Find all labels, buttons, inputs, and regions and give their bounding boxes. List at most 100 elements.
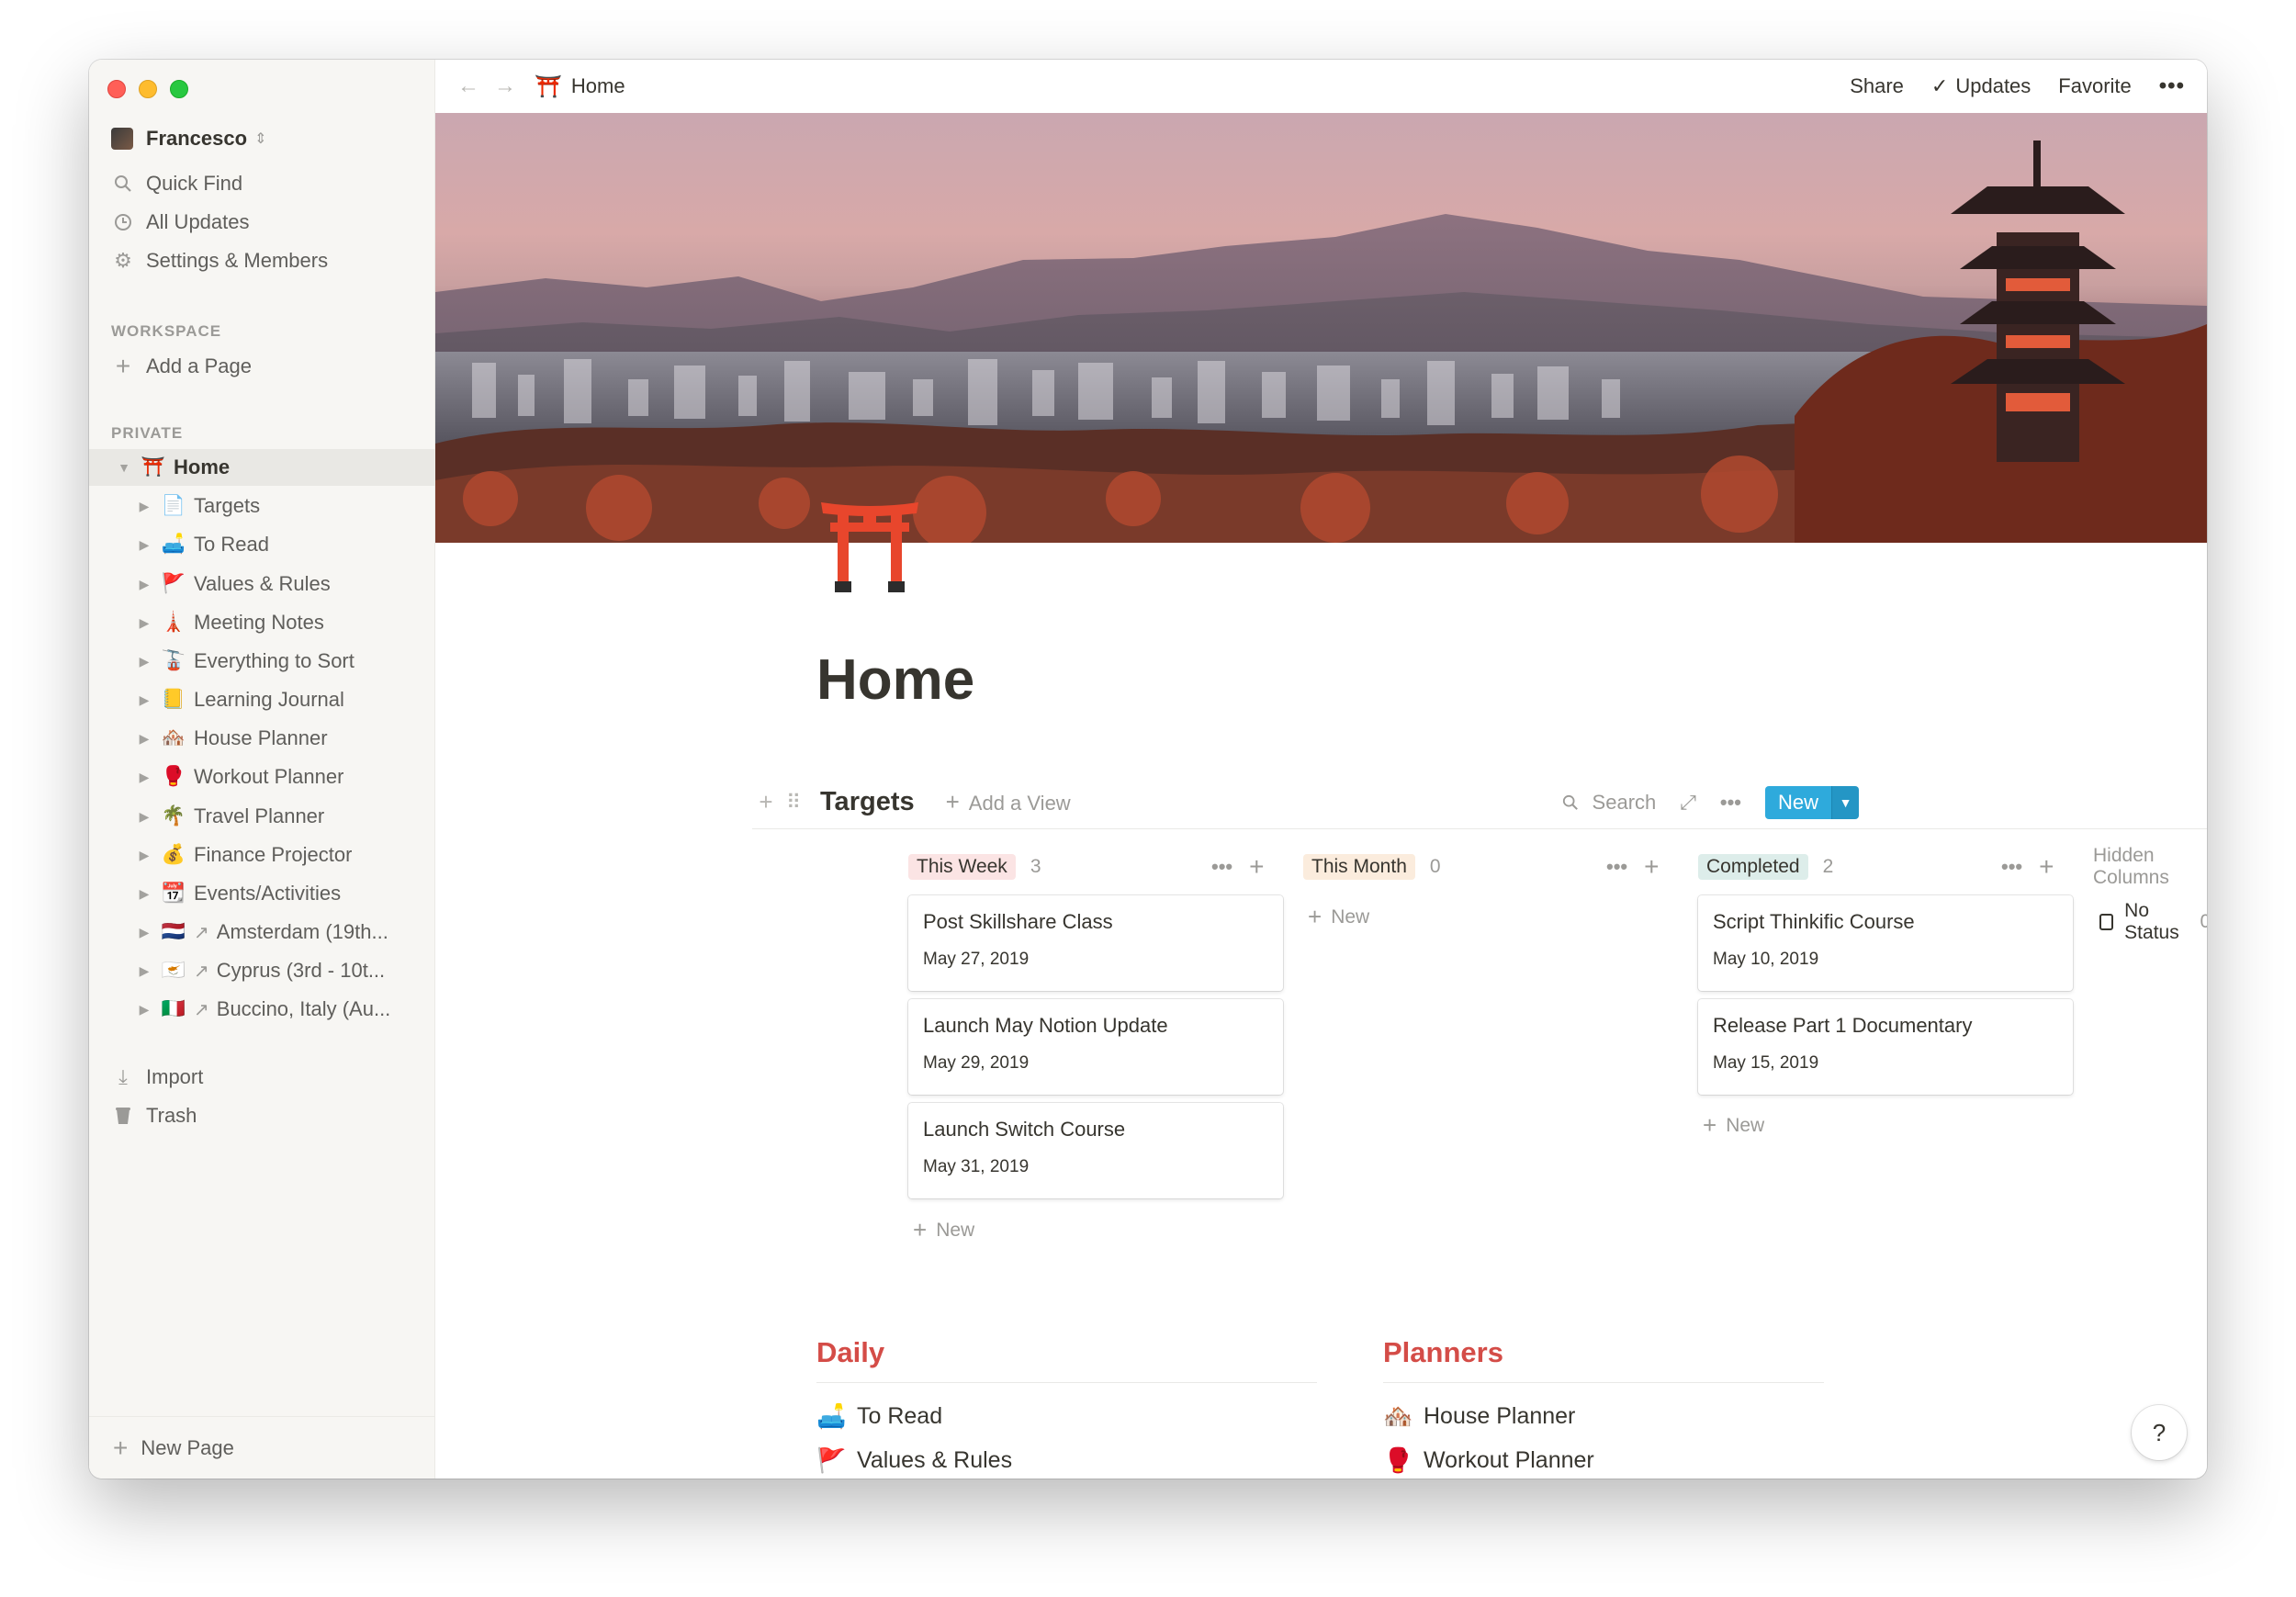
quick-find[interactable]: Quick Find	[89, 165, 435, 202]
new-card-button[interactable]: New ▼	[1764, 785, 1859, 819]
trash-button[interactable]: Trash	[89, 1097, 435, 1134]
triangle-right-icon[interactable]: ▶	[135, 692, 153, 708]
add-block-icon[interactable]: +	[752, 788, 780, 816]
search-icon	[111, 172, 135, 196]
minimize-window-button[interactable]	[139, 80, 157, 98]
sidebar-item-to-read[interactable]: ▶ 🛋️ To Read	[89, 526, 435, 563]
chevron-down-icon[interactable]: ▼	[1831, 785, 1859, 819]
sidebar-item-everything-to-sort[interactable]: ▶ 🚡 Everything to Sort	[89, 643, 435, 680]
share-button[interactable]: Share	[1850, 74, 1904, 98]
board-search[interactable]: Search	[1562, 791, 1656, 815]
daily-heading[interactable]: Daily	[816, 1336, 1317, 1383]
board-card[interactable]: Post Skillshare Class May 27, 2019	[908, 895, 1283, 991]
sidebar-item-label: Cyprus (3rd - 10t...	[216, 959, 386, 982]
torii-icon: ⛩️	[535, 73, 562, 99]
no-status-column[interactable]: No Status 0	[2099, 900, 2207, 944]
sidebar-item-home[interactable]: ▼ ⛩️ Home	[89, 449, 435, 486]
close-window-button[interactable]	[107, 80, 126, 98]
workspace-switcher[interactable]: Francesco ⇕	[89, 120, 435, 157]
all-updates[interactable]: All Updates	[89, 204, 435, 241]
sidebar-item-buccino[interactable]: ▶ 🇮🇹 ↗ Buccino, Italy (Au...	[89, 991, 435, 1028]
sidebar-item-learning-journal[interactable]: ▶ 📒 Learning Journal	[89, 681, 435, 718]
drag-handle-icon[interactable]: ⠿	[780, 791, 807, 815]
triangle-right-icon[interactable]: ▶	[135, 731, 153, 747]
sidebar-item-label: Home	[174, 455, 231, 478]
column-add-icon[interactable]: +	[1249, 852, 1264, 882]
link-label: Workout Planner	[1424, 1447, 1594, 1473]
sidebar-item-targets[interactable]: ▶ 📄 Targets	[89, 488, 435, 524]
import-label: Import	[146, 1065, 204, 1088]
triangle-down-icon[interactable]: ▼	[115, 460, 133, 475]
triangle-right-icon[interactable]: ▶	[135, 577, 153, 592]
triangle-right-icon[interactable]: ▶	[135, 886, 153, 902]
triangle-right-icon[interactable]: ▶	[135, 1002, 153, 1018]
planners-link-workout-planner[interactable]: 🥊 Workout Planner	[1383, 1446, 1594, 1475]
daily-link-values-rules[interactable]: 🚩 Values & Rules	[816, 1446, 1012, 1475]
triangle-right-icon[interactable]: ▶	[135, 848, 153, 863]
settings-label: Settings & Members	[146, 249, 329, 272]
triangle-right-icon[interactable]: ▶	[135, 615, 153, 631]
favorite-button[interactable]: Favorite	[2058, 74, 2131, 98]
sidebar-item-amsterdam[interactable]: ▶ 🇳🇱 ↗ Amsterdam (19th...	[89, 914, 435, 950]
cover-image[interactable]	[435, 113, 2207, 543]
column-this-month-header[interactable]: This Month 0	[1303, 849, 1441, 884]
zoom-window-button[interactable]	[170, 80, 188, 98]
sidebar-item-values-rules[interactable]: ▶ 🚩 Values & Rules	[89, 566, 435, 602]
sidebar-item-cyprus[interactable]: ▶ 🇨🇾 ↗ Cyprus (3rd - 10t...	[89, 952, 435, 989]
sidebar-item-meeting-notes[interactable]: ▶ 🗼 Meeting Notes	[89, 604, 435, 641]
triangle-right-icon[interactable]: ▶	[135, 809, 153, 825]
board-card[interactable]: Release Part 1 Documentary May 15, 2019	[1698, 999, 2073, 1095]
sidebar-item-house-planner[interactable]: ▶ 🏘️ House Planner	[89, 720, 435, 757]
planners-link-house-planner[interactable]: 🏘️ House Planner	[1383, 1402, 1575, 1431]
sidebar-item-travel-planner[interactable]: ▶ 🌴 Travel Planner	[89, 798, 435, 835]
page-title[interactable]: Home	[816, 647, 974, 713]
board-card[interactable]: Launch Switch Course May 31, 2019	[908, 1103, 1283, 1198]
board-more-icon[interactable]: •••	[1720, 791, 1741, 815]
triangle-right-icon[interactable]: ▶	[135, 654, 153, 669]
new-button-label[interactable]: New	[1764, 785, 1831, 819]
board-card[interactable]: Script Thinkific Course May 10, 2019	[1698, 895, 2073, 991]
card-date: May 10, 2019	[1713, 950, 1819, 969]
forward-arrow-icon[interactable]: →	[494, 73, 516, 99]
page-icon-torii[interactable]	[819, 493, 920, 594]
sidebar-item-finance-projector[interactable]: ▶ 💰 Finance Projector	[89, 837, 435, 873]
column-more-icon[interactable]: •••	[1606, 855, 1627, 879]
board-card[interactable]: Launch May Notion Update May 29, 2019	[908, 999, 1283, 1095]
column-add-icon[interactable]: +	[1644, 852, 1659, 882]
triangle-right-icon[interactable]: ▶	[135, 499, 153, 514]
link-arrow-icon: ↗	[194, 922, 209, 943]
column-completed-header[interactable]: Completed 2	[1698, 849, 1833, 884]
planners-heading[interactable]: Planners	[1383, 1336, 1824, 1383]
column-new-button[interactable]: + New	[1703, 1111, 1764, 1140]
daily-link-to-read[interactable]: 🛋️ To Read	[816, 1402, 942, 1431]
add-page-button[interactable]: + Add a Page	[89, 348, 435, 385]
column-new-button[interactable]: + New	[1308, 903, 1369, 931]
import-button[interactable]: ⤓ Import	[89, 1059, 435, 1096]
updates-button[interactable]: ✓ Updates	[1931, 74, 2031, 98]
add-view-button[interactable]: + Add a View	[946, 788, 1071, 816]
plus-icon: +	[1703, 1111, 1717, 1139]
triangle-right-icon[interactable]: ▶	[135, 925, 153, 940]
settings-members[interactable]: ⚙ Settings & Members	[89, 242, 435, 279]
triangle-right-icon[interactable]: ▶	[135, 963, 153, 979]
back-arrow-icon[interactable]: ←	[457, 73, 479, 99]
new-label: New	[936, 1219, 975, 1241]
column-label: This Month	[1303, 854, 1415, 880]
column-add-icon[interactable]: +	[2039, 852, 2054, 882]
column-new-button[interactable]: + New	[913, 1216, 974, 1244]
triangle-right-icon[interactable]: ▶	[135, 770, 153, 785]
help-button[interactable]: ?	[2132, 1405, 2187, 1460]
sidebar-item-workout-planner[interactable]: ▶ 🥊 Workout Planner	[89, 759, 435, 795]
board-title[interactable]: Targets	[820, 787, 915, 817]
more-options-icon[interactable]: •••	[2159, 73, 2185, 99]
torii-icon: ⛩️	[141, 456, 166, 478]
private-section-title: PRIVATE	[111, 424, 184, 442]
breadcrumb[interactable]: Home	[571, 74, 625, 98]
expand-icon[interactable]: ⤢	[1680, 791, 1696, 815]
column-more-icon[interactable]: •••	[2001, 855, 2022, 879]
sidebar-item-events-activities[interactable]: ▶ 📆 Events/Activities	[89, 875, 435, 912]
new-page-button[interactable]: + New Page	[89, 1416, 434, 1479]
triangle-right-icon[interactable]: ▶	[135, 537, 153, 553]
column-more-icon[interactable]: •••	[1211, 855, 1232, 879]
column-this-week-header[interactable]: This Week 3	[908, 849, 1041, 884]
